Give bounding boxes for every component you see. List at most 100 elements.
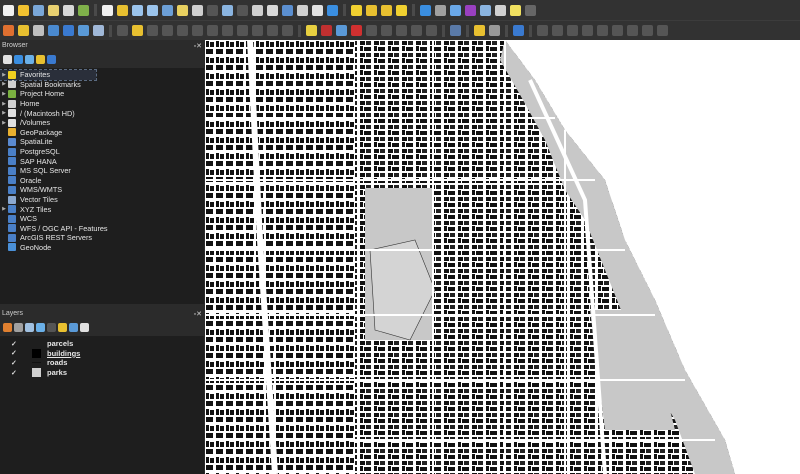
new-bookmark-icon[interactable] — [282, 4, 293, 16]
browser-item[interactable]: ▶ Project Home — [0, 89, 204, 99]
modify-attributes-icon[interactable] — [192, 25, 203, 36]
label-properties-icon[interactable] — [411, 25, 422, 36]
new-print-layout-icon[interactable] — [48, 4, 59, 16]
collapse-all-icon[interactable] — [36, 55, 45, 64]
new-virtual-layer-icon[interactable] — [78, 25, 89, 36]
zoom-full-icon[interactable] — [162, 4, 173, 16]
digitize-points-icon[interactable] — [33, 25, 44, 36]
profile-tool-2-icon[interactable] — [567, 25, 578, 36]
refresh-icon[interactable] — [327, 4, 338, 16]
redo-icon[interactable] — [282, 25, 293, 36]
open-project-icon[interactable] — [18, 4, 29, 16]
browser-item[interactable]: Oracle — [0, 176, 204, 186]
paste-features-icon[interactable] — [252, 25, 263, 36]
select-features-icon[interactable] — [351, 4, 362, 16]
new-3d-map-view-icon[interactable] — [267, 4, 278, 16]
expand-arrow-icon[interactable]: ▶ — [0, 101, 8, 107]
shade-tool-2-icon[interactable] — [612, 25, 623, 36]
browser-item[interactable]: SAP HANA — [0, 156, 204, 166]
layer-item[interactable]: ✓ parks — [0, 368, 204, 378]
help-icon[interactable] — [513, 25, 524, 36]
zoom-in-icon[interactable] — [132, 4, 143, 16]
toggle-editing-icon[interactable] — [132, 25, 143, 36]
layer-item[interactable]: ✓ buildings — [0, 348, 204, 359]
change-label-icon[interactable] — [396, 25, 407, 36]
attribute-table-icon[interactable] — [435, 4, 446, 16]
new-map-view-icon[interactable] — [252, 4, 263, 16]
panel-float-close-icon[interactable]: ▫✕ — [194, 310, 202, 318]
new-geopackage-layer-icon[interactable] — [18, 25, 29, 36]
add-layer-icon[interactable] — [3, 55, 12, 64]
select-by-value-icon[interactable] — [366, 4, 377, 16]
python-console-icon[interactable] — [474, 25, 485, 36]
browser-item[interactable]: GeoNode — [0, 243, 204, 253]
show-hide-labels-icon[interactable] — [351, 25, 362, 36]
style-manager-icon[interactable] — [78, 4, 89, 16]
expand-arrow-icon[interactable]: ▶ — [0, 110, 8, 116]
deselect-icon[interactable] — [381, 4, 392, 16]
browser-item[interactable]: PostgreSQL — [0, 147, 204, 157]
collapse-all-icon[interactable] — [69, 323, 78, 332]
new-polygon-layer-icon[interactable] — [63, 25, 74, 36]
cut-features-icon[interactable] — [222, 25, 233, 36]
expand-arrow-icon[interactable]: ▶ — [0, 72, 8, 78]
browser-item[interactable]: ▶ Home — [0, 99, 204, 109]
shade-tool-4-icon[interactable] — [642, 25, 653, 36]
layer-visibility-checkbox[interactable]: ✓ — [11, 369, 23, 377]
toolbox-icon[interactable] — [450, 4, 461, 16]
layer-item[interactable]: ✓ roads — [0, 358, 204, 368]
new-temporary-layer-icon[interactable] — [93, 25, 104, 36]
layer-visibility-checkbox[interactable]: ✓ — [11, 349, 23, 357]
profile-add-icon[interactable] — [552, 25, 563, 36]
svg-export-icon[interactable] — [489, 25, 500, 36]
layout-manager-icon[interactable] — [63, 4, 74, 16]
delete-selected-icon[interactable] — [207, 25, 218, 36]
browser-item[interactable]: ▶ Spatial Bookmarks — [0, 80, 204, 90]
locator-icon[interactable] — [525, 4, 536, 16]
browser-item[interactable]: ▶ Favorites — [0, 69, 97, 81]
browser-item[interactable]: WFS / OGC API - Features — [0, 224, 204, 234]
filter-icon[interactable] — [25, 55, 34, 64]
open-styling-icon[interactable] — [3, 323, 12, 332]
layer-item[interactable]: ✓ parcels — [0, 339, 204, 349]
layer-labeling-icon[interactable] — [321, 25, 332, 36]
temporal-controller-icon[interactable] — [312, 4, 323, 16]
browser-item[interactable]: ▶ XYZ Tiles — [0, 204, 204, 214]
current-edits-icon[interactable] — [117, 25, 128, 36]
shade-tool-5-icon[interactable] — [657, 25, 668, 36]
measure-icon[interactable] — [495, 4, 506, 16]
layer-visibility-checkbox[interactable]: ✓ — [11, 340, 23, 348]
expand-arrow-icon[interactable]: ▶ — [0, 81, 8, 87]
zoom-to-selection-icon[interactable] — [177, 4, 188, 16]
map-tips-icon[interactable] — [510, 4, 521, 16]
show-bookmarks-icon[interactable] — [297, 4, 308, 16]
select-location-icon[interactable] — [396, 4, 407, 16]
move-label-icon[interactable] — [366, 25, 377, 36]
profile-tool-icon[interactable] — [537, 25, 548, 36]
pan-to-selection-icon[interactable] — [117, 4, 128, 16]
add-group-icon[interactable] — [14, 323, 23, 332]
zoom-out-icon[interactable] — [147, 4, 158, 16]
expand-arrow-icon[interactable]: ▶ — [0, 120, 8, 126]
expand-all-icon[interactable] — [58, 323, 67, 332]
browser-item[interactable]: ▶ / (Macintosh HD) — [0, 108, 204, 118]
browser-item[interactable]: ▶ /Volumes — [0, 118, 204, 128]
vertex-tool-icon[interactable] — [177, 25, 188, 36]
save-edits-icon[interactable] — [147, 25, 158, 36]
zoom-to-layer-icon[interactable] — [192, 4, 203, 16]
copy-features-icon[interactable] — [237, 25, 248, 36]
data-source-manager-icon[interactable] — [3, 25, 14, 36]
layer-visibility-checkbox[interactable]: ✓ — [11, 359, 23, 367]
expand-arrow-icon[interactable]: ▶ — [0, 91, 8, 97]
save-project-icon[interactable] — [33, 4, 44, 16]
new-project-icon[interactable] — [3, 4, 14, 16]
zoom-last-icon[interactable] — [222, 4, 233, 16]
browser-item[interactable]: SpatiaLite — [0, 137, 204, 147]
zoom-next-icon[interactable] — [237, 4, 248, 16]
pin-labels-icon[interactable] — [336, 25, 347, 36]
browser-item[interactable]: WMS/WMTS — [0, 185, 204, 195]
browser-item[interactable]: ArcGIS REST Servers — [0, 233, 204, 243]
map-canvas[interactable] — [205, 40, 800, 474]
zoom-native-icon[interactable] — [207, 4, 218, 16]
undo-icon[interactable] — [267, 25, 278, 36]
